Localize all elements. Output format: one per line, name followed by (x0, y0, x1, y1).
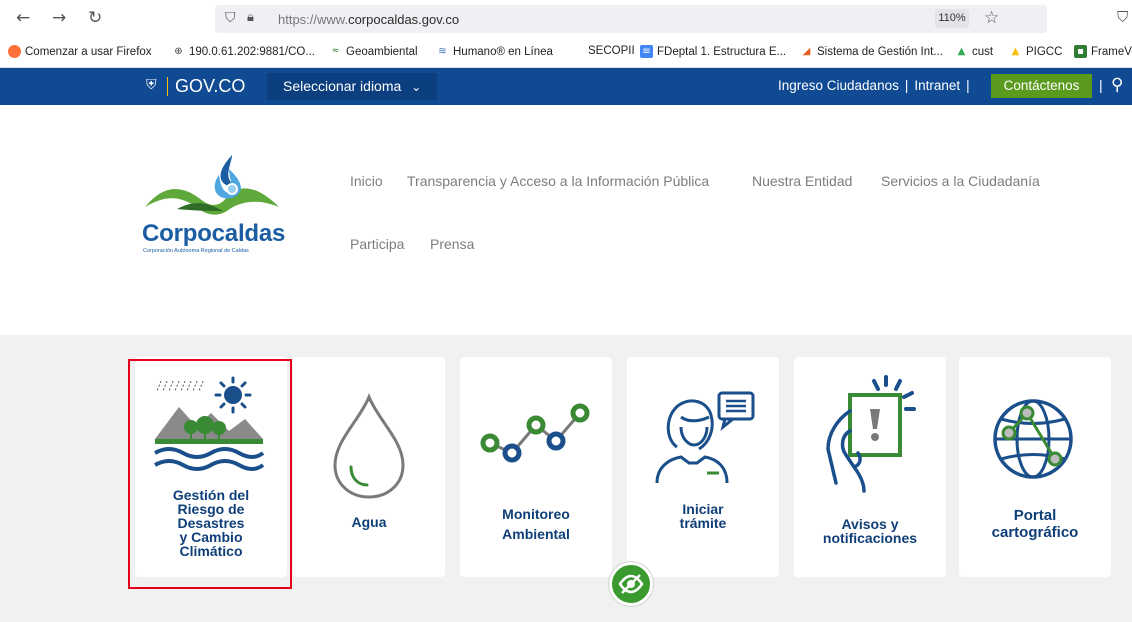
pocket-icon[interactable]: ⛉ (1117, 8, 1128, 26)
bookmark-label: Geoambiental (346, 45, 418, 58)
gov-bar: ⛨ GOV.CO Seleccionar idioma ⌄ Ingreso Ciu… (0, 68, 1132, 105)
bookmark-label: FrameV (1091, 45, 1132, 58)
chevron-down-icon: ⌄ (411, 80, 422, 94)
tile-label: Portal cartográfico (959, 507, 1111, 541)
globe-map-icon (993, 399, 1073, 479)
divider: | (1099, 77, 1103, 93)
phone-alert-icon (826, 375, 916, 493)
back-arrow-icon[interactable]: ← (16, 8, 30, 28)
tile-label: Avisos y notificaciones (794, 517, 946, 545)
label-line: Monitoreo (502, 506, 570, 522)
contactenos-button[interactable]: Contáctenos (991, 74, 1092, 98)
drive-icon: ▲ (957, 46, 966, 57)
nav-nuestra-entidad[interactable]: Nuestra Entidad (752, 173, 852, 189)
logo-mark-icon (145, 155, 279, 215)
gov-links: Ingreso Ciudadanos | Intranet | (778, 78, 976, 93)
label-line: notificaciones (822, 530, 918, 546)
firefox-icon (8, 45, 21, 58)
bookmarks-bar: Comenzar a usar Firefox ⊕ 190.0.61.202:98… (0, 38, 1132, 68)
bookmark-ip[interactable]: ⊕ 190.0.61.202:9881/CO... (172, 45, 315, 58)
forward-arrow-icon[interactable]: → (52, 8, 66, 28)
tracking-shield-icon[interactable]: ⛉ (225, 10, 236, 26)
label-line: Iniciar (682, 501, 724, 517)
bookmark-pigcc[interactable]: ▲ PIGCC (1009, 45, 1063, 58)
tile-monitoreo[interactable]: Monitoreo Ambiental (460, 357, 612, 577)
bookmark-geoambiental[interactable]: ≈ Geoambiental (329, 45, 418, 58)
label-line: Portal (1013, 507, 1057, 524)
tile-agua[interactable]: Agua (293, 357, 445, 577)
bookmark-sistema[interactable]: ◢ Sistema de Gestión Int... (800, 45, 943, 58)
selection-highlight (128, 359, 292, 589)
url-prefix: https://www. (278, 12, 349, 27)
bookmark-label: Sistema de Gestión Int... (817, 45, 943, 58)
gov-co-logo[interactable]: GOV.CO (175, 76, 245, 97)
accessibility-button[interactable] (609, 562, 653, 606)
bookmark-fdeptal[interactable]: ≡ FDeptal 1. Estructura E... (640, 45, 786, 58)
label-line: Avisos y (841, 516, 899, 532)
line-graph-icon (480, 403, 590, 463)
drive-icon: ▲ (1011, 46, 1020, 57)
gov-divider (167, 77, 168, 96)
corpocaldas-logo[interactable]: Corpocaldas Corporación Autónoma Regiona… (137, 145, 292, 265)
label-line: cartográfico (991, 524, 1079, 541)
humano-icon: ≋ (438, 46, 447, 57)
label-line: Agua (351, 514, 387, 530)
lock-icon[interactable]: 🔒︎ (247, 10, 254, 25)
search-icon[interactable]: ⚲ (1111, 75, 1123, 95)
nav-prensa[interactable]: Prensa (430, 236, 474, 252)
bookmark-label: Humano® en Línea (453, 45, 553, 58)
url-text[interactable]: https://www.corpocaldas.gov.co (278, 12, 459, 27)
bookmark-secop[interactable]: SECOPII (588, 45, 635, 57)
colombia-shield-icon: ⛨ (146, 77, 157, 93)
language-label: Seleccionar idioma (283, 78, 402, 94)
label-line: trámite (679, 515, 727, 531)
water-drop-icon (333, 393, 405, 499)
geo-icon: ≈ (331, 46, 340, 56)
tile-label: Iniciar trámite (627, 502, 779, 530)
logo-subtitle: Corporación Autónoma Regional de Caldas (143, 248, 249, 254)
tile-portal-cartografico[interactable]: Portal cartográfico (959, 357, 1111, 577)
bookmark-label: PIGCC (1026, 45, 1063, 58)
tile-iniciar-tramite[interactable]: Iniciar trámite (627, 357, 779, 577)
bookmark-label: 190.0.61.202:9881/CO... (189, 45, 315, 58)
tile-avisos[interactable]: Avisos y notificaciones (794, 357, 946, 577)
doc-icon: ≡ (640, 45, 653, 58)
divider: | (904, 78, 909, 93)
bookmark-framev[interactable]: ▪ FrameV (1074, 45, 1132, 58)
bookmark-label: Comenzar a usar Firefox (25, 45, 152, 58)
nav-inicio[interactable]: Inicio (350, 173, 383, 189)
divider: | (966, 78, 970, 93)
nav-servicios[interactable]: Servicios a la Ciudadanía (881, 173, 1040, 189)
label-line: Ambiental (502, 526, 570, 542)
bookmark-cust[interactable]: ▲ cust (955, 45, 993, 58)
bookmark-star-icon[interactable]: ☆ (984, 8, 999, 28)
bookmark-label: cust (972, 45, 994, 58)
url-domain: corpocaldas.gov.co (348, 12, 460, 27)
bookmark-humano[interactable]: ≋ Humano® en Línea (436, 45, 553, 58)
browser-toolbar: ← → ↻ ⛉ 🔒︎ https://www.corpocaldas.gov.c… (0, 0, 1132, 38)
tile-label: Monitoreo Ambiental (460, 507, 612, 541)
sg-icon: ◢ (802, 46, 811, 57)
address-bar[interactable]: ⛉ 🔒︎ https://www.corpocaldas.gov.co (215, 5, 1047, 33)
eye-slash-icon (618, 574, 644, 594)
bookmark-firefox[interactable]: Comenzar a usar Firefox (8, 45, 152, 58)
bookmark-label: FDeptal 1. Estructura E... (657, 45, 787, 58)
site-header: Corpocaldas Corporación Autónoma Regiona… (0, 105, 1132, 335)
nav-participa[interactable]: Participa (350, 236, 404, 252)
globe-icon: ⊕ (174, 46, 183, 57)
zoom-level[interactable]: 110% (935, 9, 969, 28)
frame-icon: ▪ (1074, 45, 1087, 58)
reload-icon[interactable]: ↻ (88, 8, 102, 28)
nav-transparencia[interactable]: Transparencia y Acceso a la Información … (407, 173, 709, 189)
bookmark-label: SECOPII (588, 45, 635, 57)
intranet-link[interactable]: Intranet (914, 78, 960, 93)
ingreso-ciudadanos-link[interactable]: Ingreso Ciudadanos (778, 78, 899, 93)
person-chat-icon (655, 391, 755, 484)
tile-label: Agua (293, 515, 445, 529)
language-select[interactable]: Seleccionar idioma ⌄ (267, 73, 437, 100)
logo-wordmark: Corpocaldas (142, 220, 286, 247)
